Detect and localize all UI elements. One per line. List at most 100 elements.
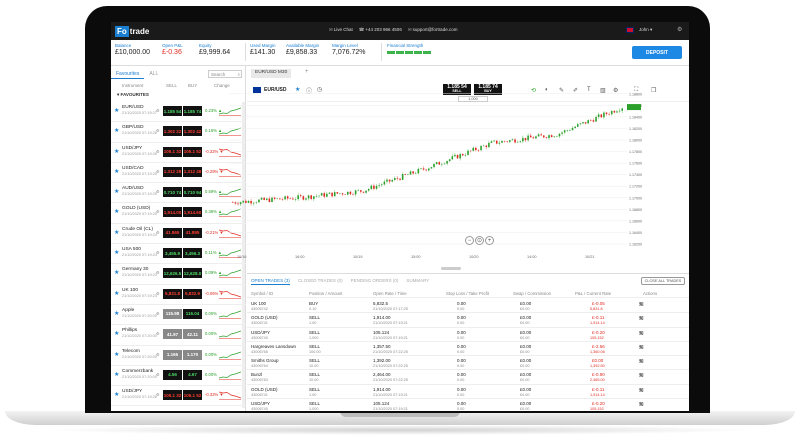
buy-price-button[interactable]: 1.312 48: [183, 166, 202, 177]
star-icon[interactable]: ★: [114, 269, 119, 276]
search-input[interactable]: Search ⌕: [208, 70, 242, 78]
tab-favourites[interactable]: Favourites: [111, 69, 145, 79]
buy-price-button[interactable]: 41.895: [183, 227, 202, 238]
uk-flag-icon[interactable]: [626, 27, 634, 33]
sell-price-button[interactable]: 105.1 32: [163, 146, 182, 157]
star-icon[interactable]: ★: [114, 229, 119, 236]
buy-price-button[interactable]: 5,832.9: [183, 288, 202, 299]
table-row[interactable]: GOLD (USD) 43006741 SELL 1.00 1,914.00 21/10/…: [247, 313, 689, 328]
tab-open-trades[interactable]: OPEN TRADES (3): [251, 278, 290, 285]
gear-icon[interactable]: ⚙: [156, 189, 160, 194]
close-icon[interactable]: ✕: [639, 302, 643, 308]
tab-pending-orders[interactable]: PENDING ORDERS (0): [351, 278, 399, 285]
list-item[interactable]: ★ USD/CAD 21/10/2020 07:19:25 ⚙ 1.312 28 1.31…: [111, 163, 246, 184]
star-icon[interactable]: ★: [114, 249, 119, 256]
star-icon[interactable]: ★: [114, 127, 119, 134]
list-item[interactable]: ★ Telecom 21/10/2020 07:20:00 ⚙ 1.165 1.170 0.…: [111, 346, 246, 366]
close-all-button[interactable]: CLOSE ALL TRADES: [641, 277, 685, 285]
close-icon[interactable]: ✕: [639, 402, 643, 408]
list-item[interactable]: ★ GOLD (USD) 21/10/2020 07:19:25 ⚙ 1,914.00 1…: [111, 203, 246, 224]
list-item[interactable]: ★ Phillips 21/10/2020 07:20:00 ⚙ 41.97 42.11 0…: [111, 325, 246, 346]
buy-price-button[interactable]: 1.302 42: [183, 126, 202, 137]
close-icon[interactable]: ✕: [639, 388, 643, 394]
sell-price-button[interactable]: 115.98: [163, 308, 182, 319]
star-icon[interactable]: ★: [114, 330, 119, 337]
sell-price-button[interactable]: 3,455.9: [163, 248, 182, 259]
gear-icon[interactable]: ⚙: [156, 149, 160, 154]
gear-icon[interactable]: ⚙: [156, 230, 160, 235]
star-icon[interactable]: ★: [114, 351, 119, 358]
sell-price-button[interactable]: 1.165: [163, 349, 182, 360]
zoom-reset-button[interactable]: ⊙: [475, 236, 484, 245]
price-chart[interactable]: 1.188001.186001.184001.182001.180001.178…: [229, 84, 653, 254]
user-menu[interactable]: John ▾: [639, 27, 652, 33]
gear-icon[interactable]: ⚙: [156, 291, 160, 296]
gear-icon[interactable]: ⚙: [156, 169, 160, 174]
sell-price-button[interactable]: 1.302 22: [163, 126, 182, 137]
list-item[interactable]: ★ USD/JPY 21/10/2020 07:19:26 ⚙ 105.1 32 105.…: [111, 143, 246, 163]
close-icon[interactable]: ✕: [639, 331, 643, 337]
close-icon[interactable]: ✕: [639, 373, 643, 379]
close-icon[interactable]: ✕: [639, 359, 643, 365]
star-icon[interactable]: ★: [114, 371, 119, 378]
gear-icon[interactable]: ⚙: [156, 372, 160, 377]
sell-price-button[interactable]: 12,626.5: [163, 268, 182, 279]
gear-icon[interactable]: ⚙: [156, 250, 160, 255]
logo[interactable]: Fo trade: [115, 25, 149, 37]
star-icon[interactable]: ★: [114, 168, 119, 175]
list-item[interactable]: ★ Germany 30 21/10/2020 07:19:23 ⚙ 12,626.5 1…: [111, 264, 246, 285]
list-item[interactable]: ★ Commerzbank 21/10/2020 07:20:00 ⚙ 4.56 4.67…: [111, 366, 246, 387]
gear-icon[interactable]: ⚙: [156, 311, 160, 316]
close-icon[interactable]: ✕: [639, 345, 643, 351]
gear-icon[interactable]: ⚙: [156, 270, 160, 275]
zoom-out-button[interactable]: −: [465, 236, 474, 245]
list-item[interactable]: ★ GBP/USD 21/10/2020 07:19:26 ⚙ 1.302 22 1.30…: [111, 122, 246, 143]
gear-icon[interactable]: ⚙: [677, 26, 682, 33]
star-icon[interactable]: ★: [114, 148, 119, 155]
star-icon[interactable]: ★: [114, 107, 119, 114]
phone-link[interactable]: ☎+44 203 966 4506: [359, 27, 402, 33]
sell-price-button[interactable]: 1.185 54: [163, 106, 182, 116]
sell-price-button[interactable]: 1.312 28: [163, 166, 182, 177]
sell-price-button[interactable]: 1,914.00: [163, 207, 182, 218]
email-link[interactable]: ✉support@fortrade.com: [408, 27, 458, 33]
sell-price-button[interactable]: 4.56: [163, 369, 182, 380]
list-item[interactable]: ★ Crude Oil (CL) 21/10/2020 07:19:24 ⚙ 41.86…: [111, 224, 246, 245]
buy-price-button[interactable]: 105.1 52: [183, 390, 202, 401]
gear-icon[interactable]: ⚙: [156, 209, 160, 214]
buy-price-button[interactable]: 116.04: [183, 308, 202, 319]
buy-price-button[interactable]: 4.67: [183, 369, 202, 380]
buy-price-button[interactable]: 12,628.0: [183, 268, 202, 279]
list-item[interactable]: ★ AUD/USD 21/10/2020 07:19:25 ⚙ 0.710 74 0.71…: [111, 183, 246, 204]
table-row[interactable]: UK 100 43006742 BUY 0.10 5,832.5 21/10/2020 0…: [247, 299, 689, 314]
tab-closed-trades[interactable]: CLOSED TRADES (0): [298, 278, 343, 285]
sell-price-button[interactable]: 105.1 32: [163, 390, 182, 401]
chart-tab[interactable]: EUR/USD M30: [251, 69, 292, 78]
gear-icon[interactable]: ⚙: [156, 392, 160, 397]
star-icon[interactable]: ★: [114, 188, 119, 195]
close-icon[interactable]: ✕: [639, 316, 643, 322]
gear-icon[interactable]: ⚙: [156, 352, 160, 357]
table-row[interactable]: GOLD (USD) 43006741 SELL 1.00 1,914.00 21/10/…: [247, 385, 689, 400]
tab-summary[interactable]: SUMMARY: [406, 278, 429, 285]
list-item[interactable]: ★ USA 500 21/10/2020 07:19:24 ⚙ 3,455.9 3,456…: [111, 244, 246, 265]
add-tab-icon[interactable]: +: [305, 69, 309, 75]
table-row[interactable]: Hargreaves Lansdown 43006765 SELL 100.00 1,3…: [247, 342, 689, 357]
buy-price-button[interactable]: 1.170: [183, 349, 202, 360]
list-item[interactable]: ★ USD/JPY 21/10/2020 07:19:26 ⚙ 105.1 32 105.…: [111, 386, 246, 407]
list-item[interactable]: ★ Apple 21/10/2020 07:20:00 ⚙ 115.98 116.04 0.…: [111, 305, 246, 326]
sell-price-button[interactable]: 41.865: [163, 227, 182, 238]
buy-price-button[interactable]: 42.11: [183, 329, 202, 340]
gear-icon[interactable]: ⚙: [156, 108, 160, 113]
buy-price-button[interactable]: 105.1 52: [183, 146, 202, 157]
table-row[interactable]: Bunzl 43006763 SELL 10.00 2,464.00 21/10/2020…: [247, 370, 689, 385]
table-row[interactable]: USD/JPY 43006740 SELL 1,000 105.124 21/10/202…: [247, 399, 689, 411]
deposit-button[interactable]: DEPOSIT: [632, 46, 682, 59]
buy-price-button[interactable]: 1.185 74: [183, 106, 202, 116]
sell-price-button[interactable]: 0.710 74: [163, 187, 182, 198]
table-row[interactable]: USD/JPY 43006740 SELL 1,000 105.124 21/10/202…: [247, 328, 689, 342]
star-icon[interactable]: ★: [114, 208, 119, 215]
tab-all[interactable]: ALL: [144, 69, 163, 79]
star-icon[interactable]: ★: [114, 310, 119, 317]
zoom-in-button[interactable]: +: [485, 236, 494, 245]
